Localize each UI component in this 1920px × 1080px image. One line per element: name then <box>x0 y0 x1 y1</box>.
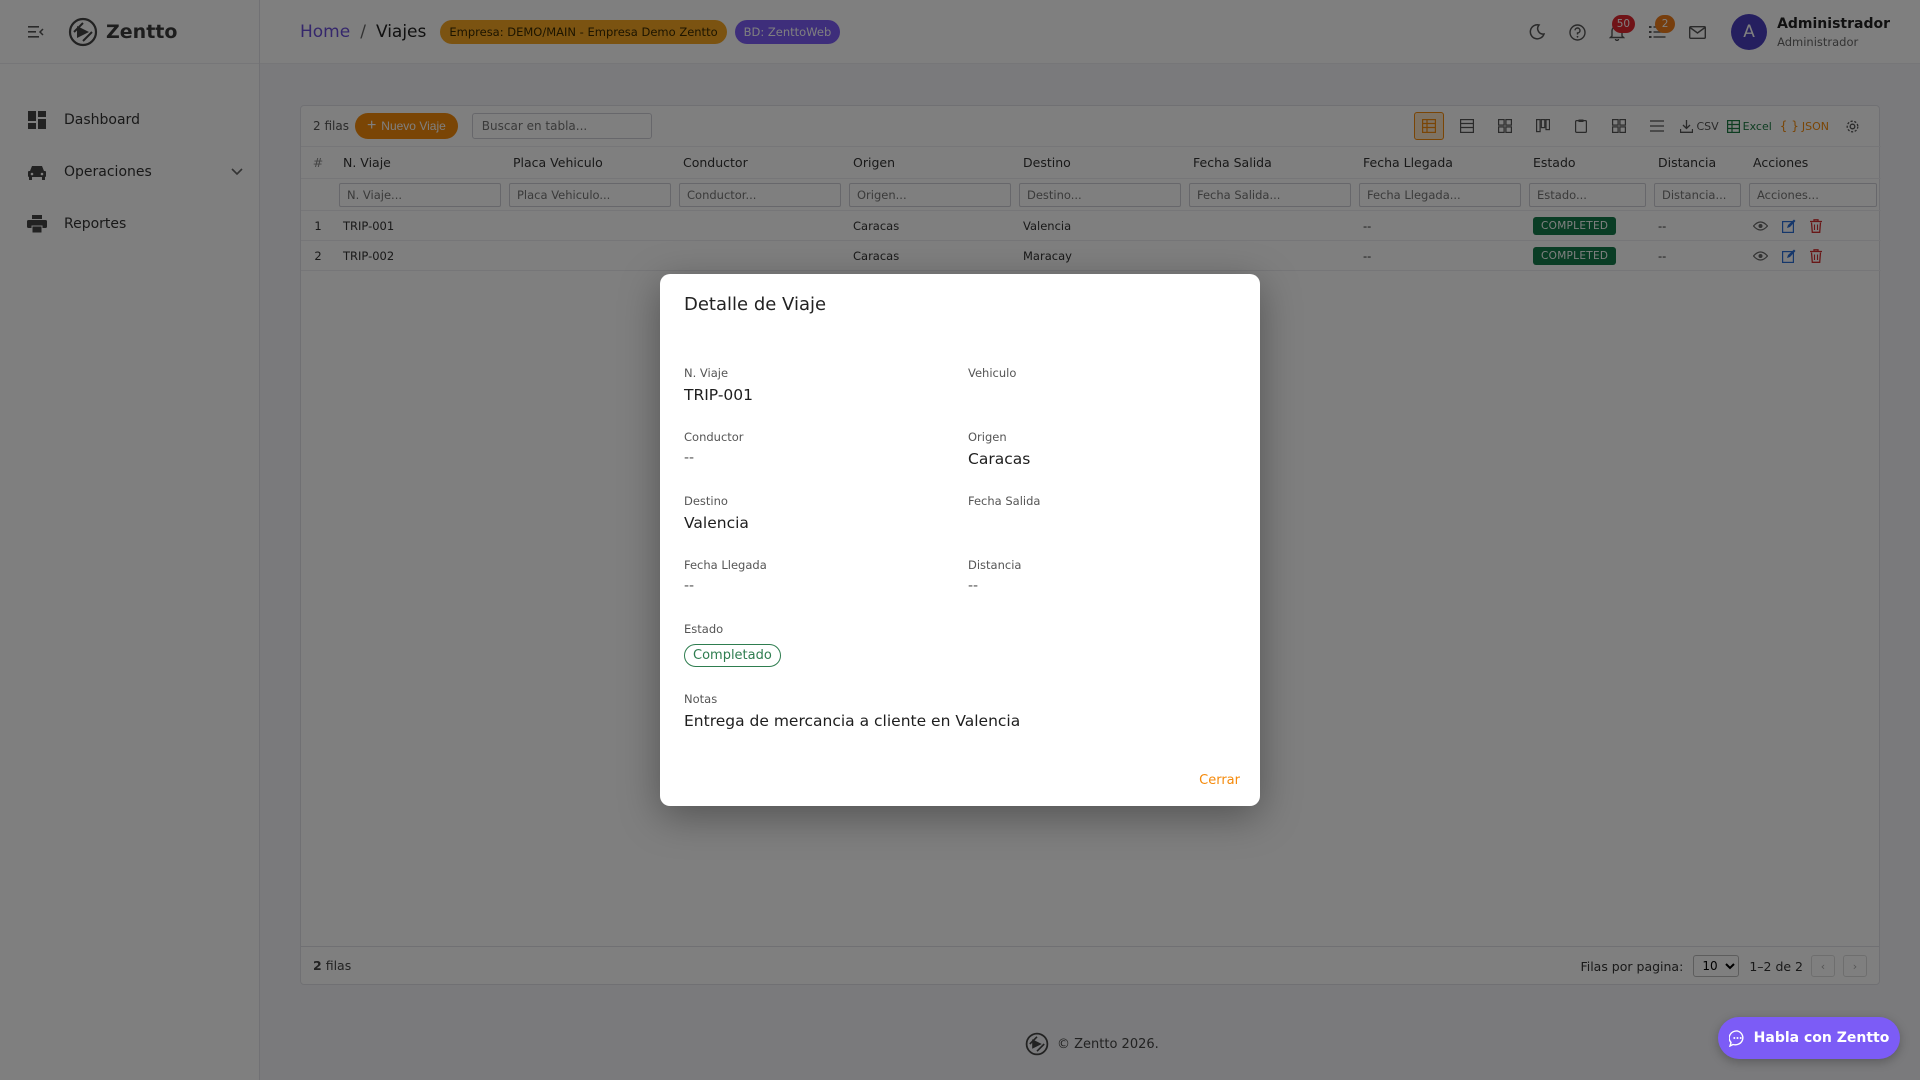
field-fecha-llegada: Fecha Llegada -- <box>684 558 954 594</box>
field-value: Entrega de mercancia a cliente en Valenc… <box>684 712 1021 730</box>
field-label: Vehiculo <box>968 366 1017 380</box>
close-button[interactable]: Cerrar <box>1199 773 1240 788</box>
field-label: Fecha Llegada <box>684 558 767 572</box>
field-distancia: Distancia -- <box>968 558 1238 594</box>
field-label: Notas <box>684 692 718 706</box>
field-estado: Estado Completado <box>684 622 954 667</box>
field-value: Valencia <box>684 514 749 532</box>
field-label: Distancia <box>968 558 1022 572</box>
field-label: Fecha Salida <box>968 494 1041 508</box>
field-label: Destino <box>684 494 728 508</box>
status-badge: Completado <box>684 644 781 667</box>
dialog-title: Detalle de Viaje <box>684 294 827 315</box>
field-n-viaje: N. Viaje TRIP-001 <box>684 366 954 404</box>
field-value: Caracas <box>968 450 1031 468</box>
field-destino: Destino Valencia <box>684 494 954 532</box>
field-label: Conductor <box>684 430 744 444</box>
chat-button-label: Habla con Zentto <box>1753 1030 1890 1046</box>
field-notas: Notas Entrega de mercancia a cliente en … <box>684 692 1224 730</box>
field-label: N. Viaje <box>684 366 729 380</box>
field-value: -- <box>684 450 695 466</box>
field-origen: Origen Caracas <box>968 430 1238 468</box>
field-label: Estado <box>684 622 724 636</box>
chat-bubble-icon <box>1728 1029 1746 1047</box>
field-fecha-salida: Fecha Salida <box>968 494 1238 514</box>
field-label: Origen <box>968 430 1007 444</box>
field-conductor: Conductor -- <box>684 430 954 466</box>
field-value: -- <box>684 578 695 594</box>
trip-detail-dialog: Detalle de Viaje N. Viaje TRIP-001 Vehic… <box>660 274 1260 806</box>
chat-assistant-button[interactable]: Habla con Zentto <box>1718 1017 1900 1059</box>
field-value: TRIP-001 <box>684 386 753 404</box>
field-vehiculo: Vehiculo <box>968 366 1238 386</box>
field-value: -- <box>968 578 979 594</box>
